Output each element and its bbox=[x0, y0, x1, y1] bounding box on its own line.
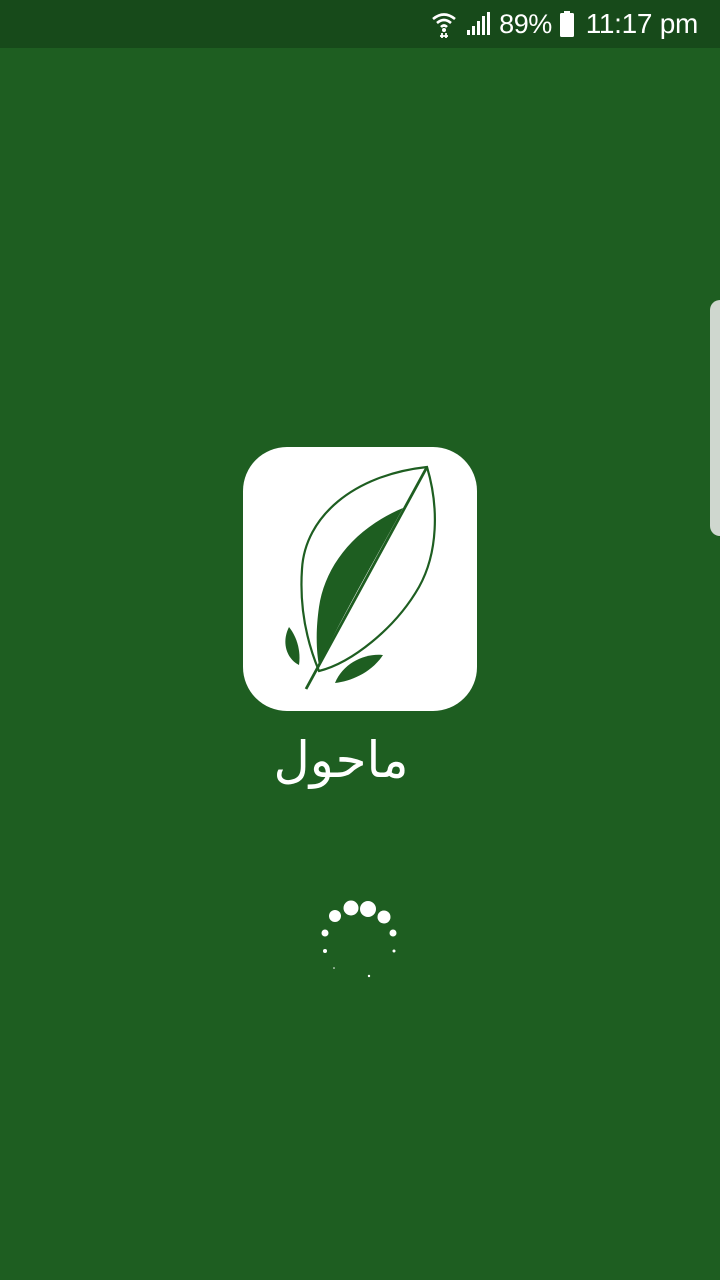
battery-percent: 89% bbox=[499, 8, 552, 39]
dotted-spinner-icon bbox=[310, 892, 410, 992]
status-bar: 89% 11:17 pm bbox=[0, 0, 720, 48]
app-logo bbox=[243, 447, 477, 711]
battery-icon bbox=[559, 11, 574, 37]
clock: 11:17 pm bbox=[585, 8, 699, 39]
status-icons: 89% 11:17 pm bbox=[431, 0, 698, 48]
wifi-calling-icon bbox=[431, 9, 457, 39]
cell-signal-icon bbox=[465, 11, 491, 37]
splash-screen: 89% 11:17 pm ماحول bbox=[0, 0, 720, 1280]
app-name: ماحول bbox=[273, 731, 409, 789]
edge-panel-handle[interactable] bbox=[710, 300, 720, 536]
leaf-icon bbox=[285, 465, 436, 690]
